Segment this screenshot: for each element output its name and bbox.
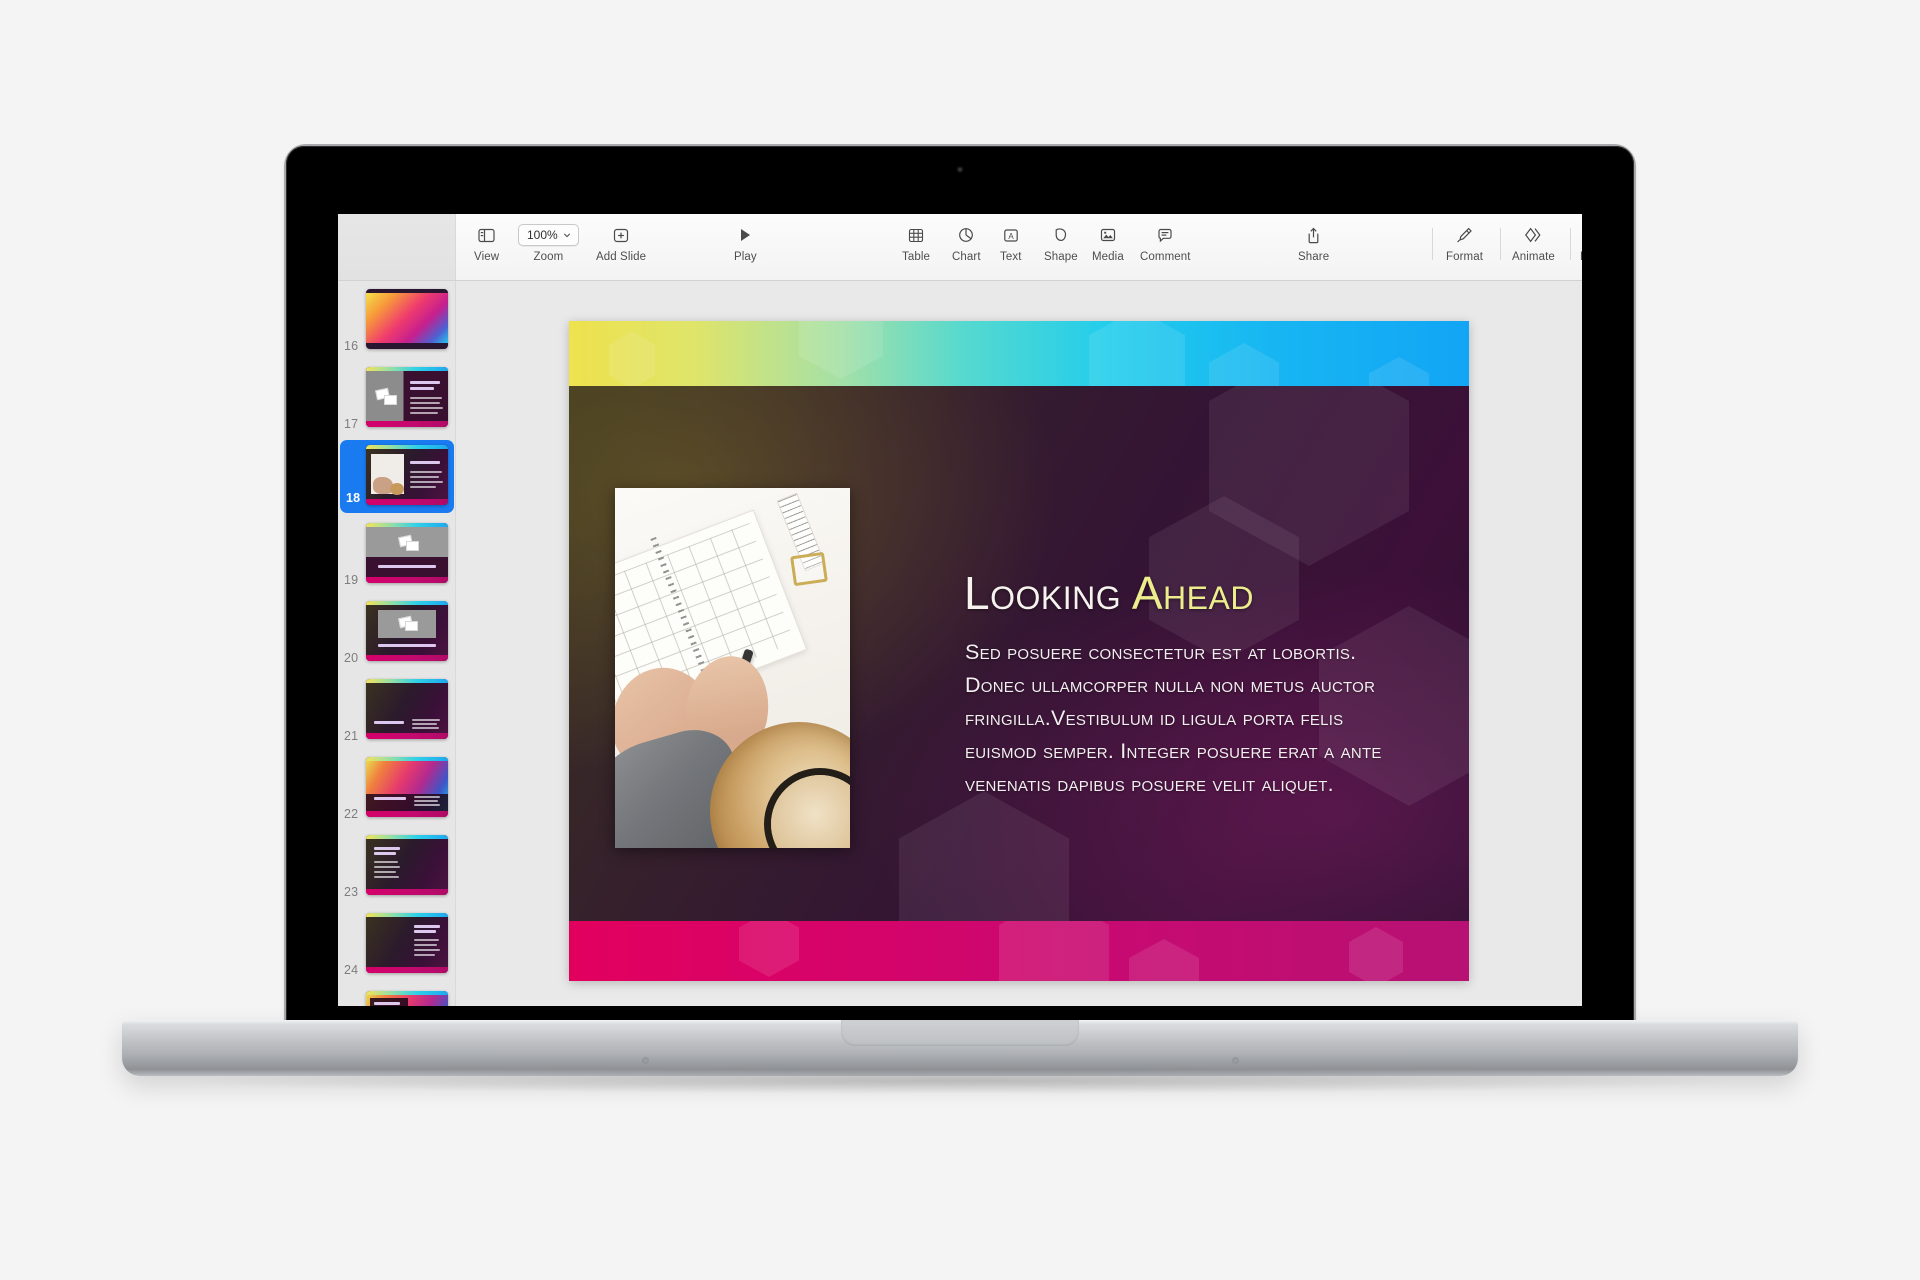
thumbnail-canvas — [366, 913, 448, 973]
share-arrow-up-icon — [1306, 224, 1321, 246]
toolbar-divider-3 — [1570, 228, 1571, 260]
add-slide-label: Add Slide — [596, 251, 647, 263]
slide-number: 18 — [346, 491, 361, 505]
chart-label: Chart — [952, 251, 981, 263]
toolbar-items: View 100% Zoom Add Slide Play Table Char… — [456, 214, 1582, 280]
current-slide[interactable]: Looking Ahead Sed posuere consectetur es… — [569, 321, 1469, 981]
insert-table-button[interactable]: Table — [902, 224, 930, 263]
play-label: Play — [734, 251, 757, 263]
document-button[interactable]: Document — [1580, 224, 1582, 263]
thumbnail-canvas — [366, 835, 448, 895]
thumbnail-canvas — [366, 367, 448, 427]
webcam-icon — [956, 166, 964, 173]
slide-background: Looking Ahead Sed posuere consectetur es… — [569, 386, 1469, 921]
thumbnail-canvas — [366, 991, 448, 1006]
slide-thumbnail-23[interactable]: 23 — [338, 835, 455, 899]
slide-body-text[interactable]: Sed posuere consectetur est at lobortis.… — [965, 636, 1395, 801]
slide-number: 16 — [344, 339, 359, 353]
table-label: Table — [902, 251, 930, 263]
laptop-shadow — [190, 1068, 1730, 1094]
toolbar-divider-2 — [1500, 228, 1501, 260]
add-slide-button[interactable]: Add Slide — [596, 224, 646, 263]
slide-title-primary: Looking — [964, 567, 1132, 619]
table-grid-icon — [908, 224, 924, 246]
zoom-value: 100% — [527, 228, 558, 242]
insert-media-button[interactable]: Media — [1092, 224, 1124, 263]
comment-bubble-icon — [1157, 224, 1173, 246]
slide-number: 20 — [344, 651, 359, 665]
toolbar: View 100% Zoom Add Slide Play Table Char… — [338, 214, 1582, 281]
animate-label: Animate — [1512, 251, 1555, 263]
animate-diamond-icon — [1524, 224, 1542, 246]
slide-navigator[interactable]: 16 17 18 19 20 21 22 23 24 — [338, 281, 456, 1006]
slide-thumbnail-22[interactable]: 22 — [338, 757, 455, 821]
laptop-lid: View 100% Zoom Add Slide Play Table Char… — [286, 146, 1634, 1026]
laptop-bezel: View 100% Zoom Add Slide Play Table Char… — [286, 146, 1634, 1026]
thumbnail-canvas — [366, 523, 448, 583]
slide-thumbnail-24[interactable]: 24 — [338, 913, 455, 977]
toolbar-divider — [1432, 228, 1433, 260]
zoom-control[interactable]: 100% Zoom — [518, 224, 579, 263]
chevron-down-icon — [563, 233, 570, 238]
zoom-popup-button[interactable]: 100% — [518, 224, 579, 246]
comment-label: Comment — [1140, 251, 1191, 263]
thumbnail-canvas — [366, 679, 448, 739]
svg-text:A: A — [1008, 232, 1014, 241]
slide-canvas[interactable]: Looking Ahead Sed posuere consectetur es… — [456, 281, 1582, 1006]
media-label: Media — [1092, 251, 1124, 263]
slide-number: 24 — [344, 963, 359, 977]
share-label: Share — [1298, 251, 1330, 263]
play-triangle-icon — [738, 224, 752, 246]
plus-box-icon — [613, 224, 629, 246]
slide-thumbnail-25[interactable]: 25 — [338, 991, 455, 1006]
app-screen: View 100% Zoom Add Slide Play Table Char… — [338, 214, 1582, 1006]
laptop-base-notch — [841, 1020, 1079, 1046]
thumbnail-canvas — [366, 289, 448, 349]
zoom-label: Zoom — [533, 251, 564, 263]
slide-title[interactable]: Looking Ahead — [964, 566, 1254, 620]
slide-bottom-band — [569, 921, 1469, 981]
play-button[interactable]: Play — [734, 224, 757, 263]
toolbar-sidebar-spacer — [338, 214, 456, 280]
sidebar-panel-icon — [478, 224, 495, 246]
slide-thumbnail-20[interactable]: 20 — [338, 601, 455, 665]
view-button[interactable]: View — [474, 224, 499, 263]
shape-label: Shape — [1044, 251, 1078, 263]
view-label: View — [474, 251, 500, 263]
slide-thumbnail-21[interactable]: 21 — [338, 679, 455, 743]
slide-top-band — [569, 321, 1469, 386]
shape-icon — [1053, 224, 1069, 246]
media-photo-icon — [1100, 224, 1116, 246]
document-label: Document — [1580, 251, 1582, 263]
slide-number: 17 — [344, 417, 359, 431]
insert-chart-button[interactable]: Chart — [952, 224, 981, 263]
insert-text-button[interactable]: A Text — [1000, 224, 1022, 263]
insert-shape-button[interactable]: Shape — [1044, 224, 1078, 263]
screenshot-stage: View 100% Zoom Add Slide Play Table Char… — [0, 0, 1920, 1280]
format-brush-icon — [1456, 224, 1473, 246]
text-label: Text — [1000, 251, 1022, 263]
slide-number: 19 — [344, 573, 359, 587]
pie-chart-icon — [958, 224, 974, 246]
insert-comment-button[interactable]: Comment — [1140, 224, 1191, 263]
slide-thumbnail-19[interactable]: 19 — [338, 523, 455, 587]
slide-number: 21 — [344, 729, 359, 743]
slide-thumbnail-18[interactable]: 18 — [338, 440, 455, 513]
slide-thumbnail-17[interactable]: 17 — [338, 367, 455, 431]
text-box-icon: A — [1003, 224, 1019, 246]
thumbnail-canvas — [366, 445, 448, 505]
slide-title-accent: Ahead — [1131, 567, 1254, 619]
format-button[interactable]: Format — [1446, 224, 1483, 263]
slide-number: 23 — [344, 885, 359, 899]
animate-button[interactable]: Animate — [1512, 224, 1555, 263]
format-label: Format — [1446, 251, 1484, 263]
slide-photo[interactable] — [615, 488, 850, 848]
thumbnail-canvas — [366, 601, 448, 661]
slide-thumbnail-16[interactable]: 16 — [338, 289, 455, 353]
share-button[interactable]: Share — [1298, 224, 1329, 263]
slide-number: 22 — [344, 807, 359, 821]
thumbnail-canvas — [366, 757, 448, 817]
